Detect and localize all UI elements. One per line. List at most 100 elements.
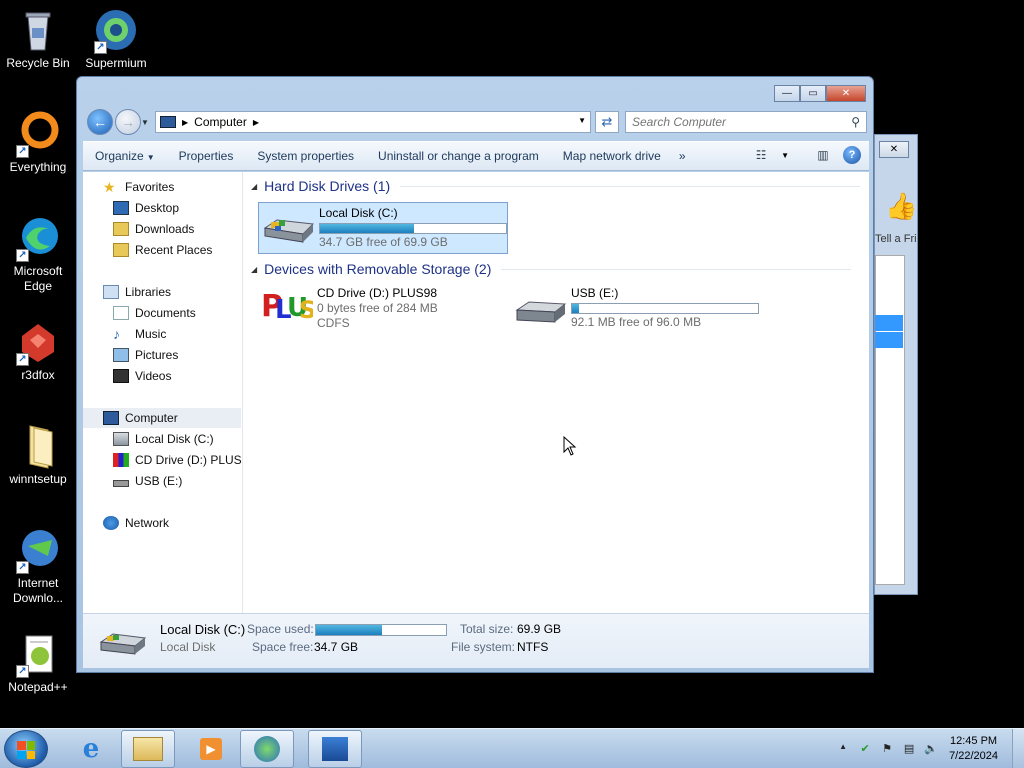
nav-local-disk[interactable]: Local Disk (C:) (113, 429, 241, 449)
close-icon[interactable]: ✕ (879, 141, 909, 158)
drive-local-disk-c[interactable]: Local Disk (C:) 34.7 GB free of 69.9 GB (258, 202, 508, 254)
collapse-icon[interactable]: ◢ (251, 265, 257, 274)
drive-free-space: 0 bytes free of 284 MB (317, 301, 438, 315)
minimize-button[interactable]: — (774, 85, 800, 102)
search-input[interactable] (632, 112, 842, 132)
breadcrumb-computer[interactable]: Computer (194, 115, 247, 129)
desktop-icon-recycle-bin[interactable]: Recycle Bin (0, 6, 76, 71)
desktop-icon-label: Internet Downlo... (12, 576, 64, 605)
navigation-bar: ← → ▼ ▶ Computer ▶ ▼ ⇄ ⚲ (85, 108, 867, 136)
taskbar-internet-explorer[interactable]: e (64, 730, 118, 768)
mouse-cursor-icon (563, 435, 577, 459)
taskbar-explorer[interactable] (121, 730, 175, 768)
drive-cd-d[interactable]: PLUS CD Drive (D:) PLUS98 0 bytes free o… (261, 286, 481, 334)
action-center-flag-icon[interactable]: ⚑ (879, 742, 895, 756)
uninstall-program-button[interactable]: Uninstall or change a program (366, 141, 551, 171)
desktop-icon-label: Microsoft Edge (13, 264, 63, 293)
more-commands-button[interactable]: » (673, 141, 692, 171)
collapse-icon[interactable]: ◢ (251, 182, 257, 191)
drive-usage-bar (319, 223, 507, 234)
forward-button[interactable]: → (115, 109, 141, 135)
desktop-icon-r3dfox[interactable]: ↗ r3dfox (0, 318, 76, 383)
shortcut-arrow-icon: ↗ (16, 353, 29, 366)
address-bar[interactable]: ▶ Computer ▶ ▼ (155, 111, 591, 133)
details-drive-icon (99, 624, 147, 661)
volume-muted-icon[interactable]: 🔈 (923, 742, 939, 756)
refresh-button[interactable]: ⇄ (595, 111, 619, 133)
properties-button[interactable]: Properties (167, 141, 246, 171)
taskbar-network-app[interactable] (308, 730, 362, 768)
details-name: Local Disk (C:) (160, 622, 246, 637)
change-view-icon[interactable]: ☷ (751, 146, 771, 164)
map-network-drive-button[interactable]: Map network drive (551, 141, 673, 171)
maximize-button[interactable]: ▭ (800, 85, 826, 102)
list-item[interactable] (875, 315, 903, 331)
drive-file-system: CDFS (317, 316, 350, 330)
videos-icon (113, 369, 129, 383)
pictures-icon (113, 348, 129, 362)
breadcrumb-separator-icon[interactable]: ▶ (253, 118, 259, 127)
network-icon (103, 516, 119, 530)
search-icon[interactable]: ⚲ (851, 115, 860, 129)
navigation-pane: ★ Favorites Desktop Downloads Recent Plac… (83, 172, 243, 613)
background-window[interactable]: ✕ 👍 Tell a Fri (874, 134, 918, 595)
explorer-window: — ▭ ✕ ← → ▼ ▶ Computer ▶ ▼ ⇄ ⚲ Organize▼… (76, 76, 874, 673)
group-header-hard-disk-drives[interactable]: ◢ Hard Disk Drives (1) (251, 178, 861, 194)
command-bar: Organize ▼ Properties System properties U… (83, 141, 869, 171)
nav-libraries[interactable]: Libraries (103, 282, 261, 302)
desktop-icon-label: Notepad++ (8, 680, 68, 694)
drive-free-space: 34.7 GB free of 69.9 GB (319, 235, 448, 249)
desktop-icon-everything[interactable]: ↗ Everything (0, 110, 76, 175)
back-button[interactable]: ← (87, 109, 113, 135)
desktop-icon-winntsetup[interactable]: winntsetup (0, 422, 76, 487)
taskbar-media-player[interactable]: ▶ (184, 730, 238, 768)
group-header-removable-storage[interactable]: ◢ Devices with Removable Storage (2) (251, 261, 852, 277)
downloads-folder-icon (113, 222, 129, 236)
preview-pane-icon[interactable]: ▥ (813, 146, 833, 164)
drive-name: USB (E:) (571, 286, 619, 300)
drive-name: Local Disk (C:) (319, 206, 398, 220)
nav-computer[interactable]: Computer (83, 408, 241, 428)
desktop-icon-notepadpp[interactable]: ↗ Notepad++ (0, 630, 76, 695)
group-divider (400, 185, 861, 187)
details-space-free-label: Space free: (252, 640, 314, 654)
address-dropdown-icon[interactable]: ▼ (578, 116, 586, 125)
usb-drive-icon (113, 479, 129, 487)
folder-icon (14, 422, 62, 470)
nav-usb[interactable]: USB (E:) (113, 471, 241, 491)
network-app-icon (322, 737, 348, 761)
system-properties-button[interactable]: System properties (245, 141, 366, 171)
edge-icon: ↗ (14, 214, 62, 262)
shortcut-arrow-icon: ↗ (16, 561, 29, 574)
clock[interactable]: 12:45 PM 7/22/2024 (949, 734, 998, 764)
start-button[interactable] (4, 730, 48, 768)
close-button[interactable]: ✕ (826, 85, 866, 102)
show-hidden-icons-button[interactable]: ▲ (835, 742, 851, 756)
drive-usb-e[interactable]: USB (E:) 92.1 MB free of 96.0 MB (515, 286, 765, 334)
desktop-icon-idm[interactable]: ↗ Internet Downlo... (0, 526, 76, 606)
desktop-icon-edge[interactable]: ↗ Microsoft Edge (0, 214, 76, 294)
help-icon[interactable]: ? (843, 146, 861, 164)
organize-button[interactable]: Organize ▼ (83, 141, 167, 171)
search-box[interactable]: ⚲ (625, 111, 867, 133)
nav-network[interactable]: Network (103, 513, 261, 533)
desktop-icon-supermium[interactable]: ↗ Supermium (78, 6, 154, 71)
taskbar-internet-download-manager[interactable] (240, 730, 294, 768)
details-pane: Local Disk (C:) Local Disk Space used: S… (83, 613, 869, 668)
window-body: ★ Favorites Desktop Downloads Recent Plac… (83, 172, 869, 613)
shortcut-arrow-icon: ↗ (16, 249, 29, 262)
view-options-dropdown-icon[interactable]: ▼ (781, 151, 789, 160)
media-player-icon: ▶ (200, 738, 222, 760)
list-item[interactable] (875, 332, 903, 348)
clock-date: 7/22/2024 (949, 750, 998, 762)
recent-pages-dropdown[interactable]: ▼ (141, 118, 149, 127)
drive-name: CD Drive (D:) PLUS98 (317, 286, 438, 300)
file-explorer-icon (133, 737, 163, 761)
nav-cd-drive[interactable]: CD Drive (D:) PLUS98 (113, 450, 241, 470)
show-desktop-button[interactable] (1012, 729, 1024, 768)
network-status-icon[interactable]: ▤ (901, 742, 917, 756)
breadcrumb-separator-icon[interactable]: ▶ (182, 118, 188, 127)
drive-usage-bar (571, 303, 759, 314)
nav-favorites[interactable]: ★ Favorites (103, 177, 261, 197)
security-shield-icon[interactable]: ✔ (857, 742, 873, 756)
